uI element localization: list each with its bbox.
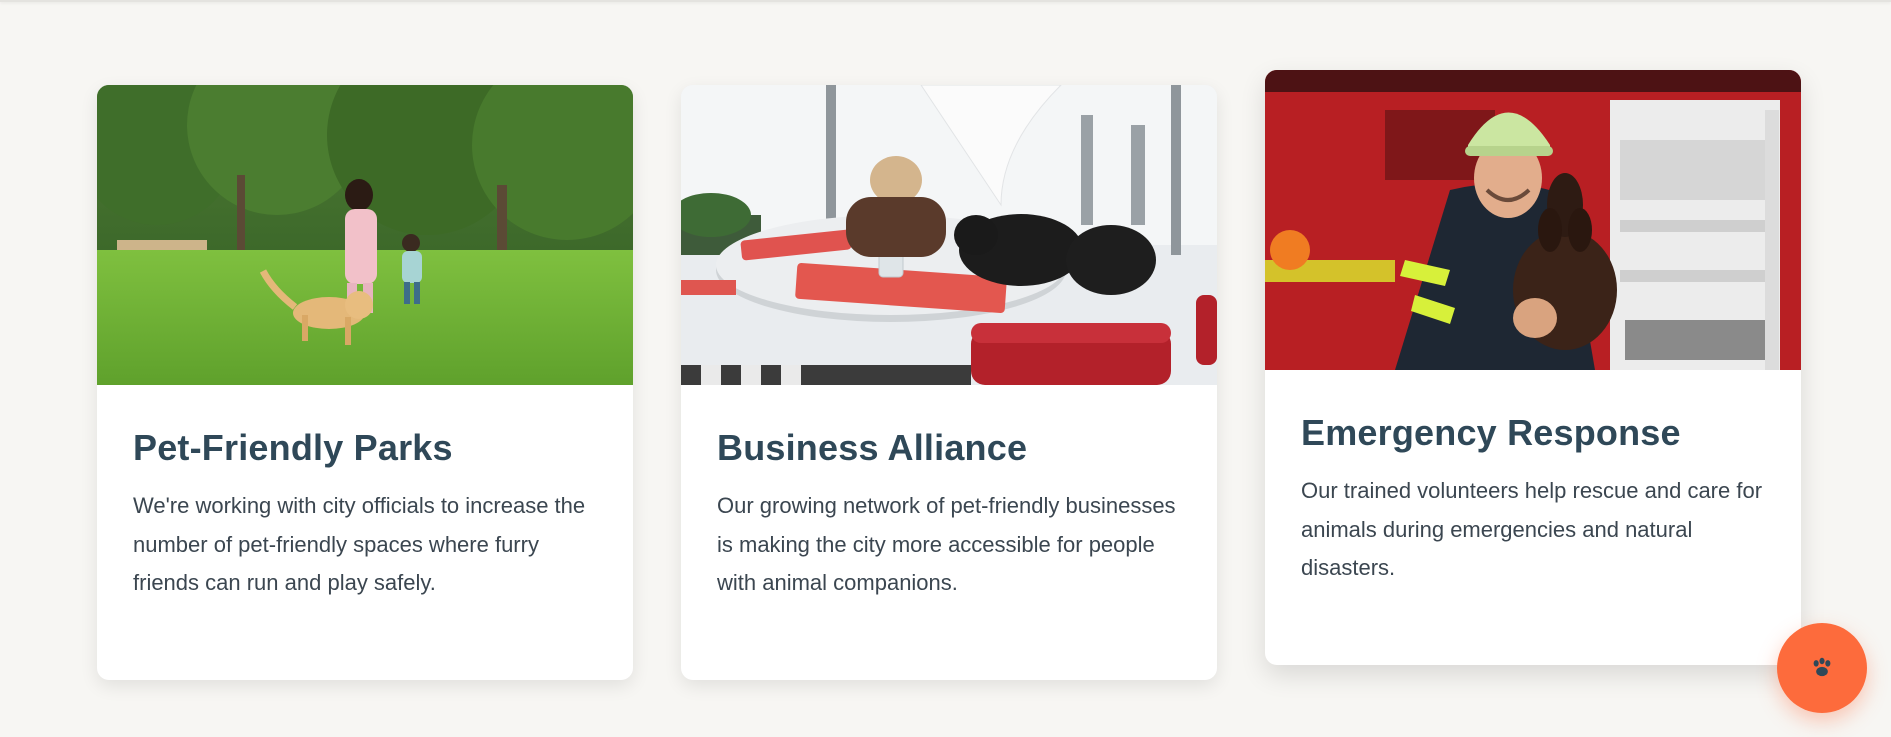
card-business-alliance: Business Alliance Our growing network of… [681, 85, 1217, 680]
header-divider [0, 0, 1891, 2]
card-body: Business Alliance Our growing network of… [681, 385, 1217, 603]
card-description: Our growing network of pet-friendly busi… [717, 493, 1176, 595]
card-title: Emergency Response [1301, 412, 1681, 453]
card-title: Pet-Friendly Parks [133, 427, 453, 468]
paw-action-button[interactable] [1777, 623, 1867, 713]
paw-icon [1813, 657, 1831, 677]
card-pet-friendly-parks: Pet-Friendly Parks We're working with ci… [97, 85, 633, 680]
card-description: We're working with city officials to inc… [133, 493, 586, 595]
card-title: Business Alliance [717, 427, 1028, 468]
feature-cards: Pet-Friendly Parks We're working with ci… [97, 70, 1801, 680]
cafe-photo [681, 85, 1217, 385]
park-photo [97, 85, 633, 385]
card-body: Emergency Response Our trained volunteer… [1265, 370, 1801, 588]
firefighter-photo [1265, 70, 1801, 370]
card-emergency-response: Emergency Response Our trained volunteer… [1265, 70, 1801, 665]
card-body: Pet-Friendly Parks We're working with ci… [97, 385, 633, 603]
card-description: Our trained volunteers help rescue and c… [1301, 478, 1763, 580]
